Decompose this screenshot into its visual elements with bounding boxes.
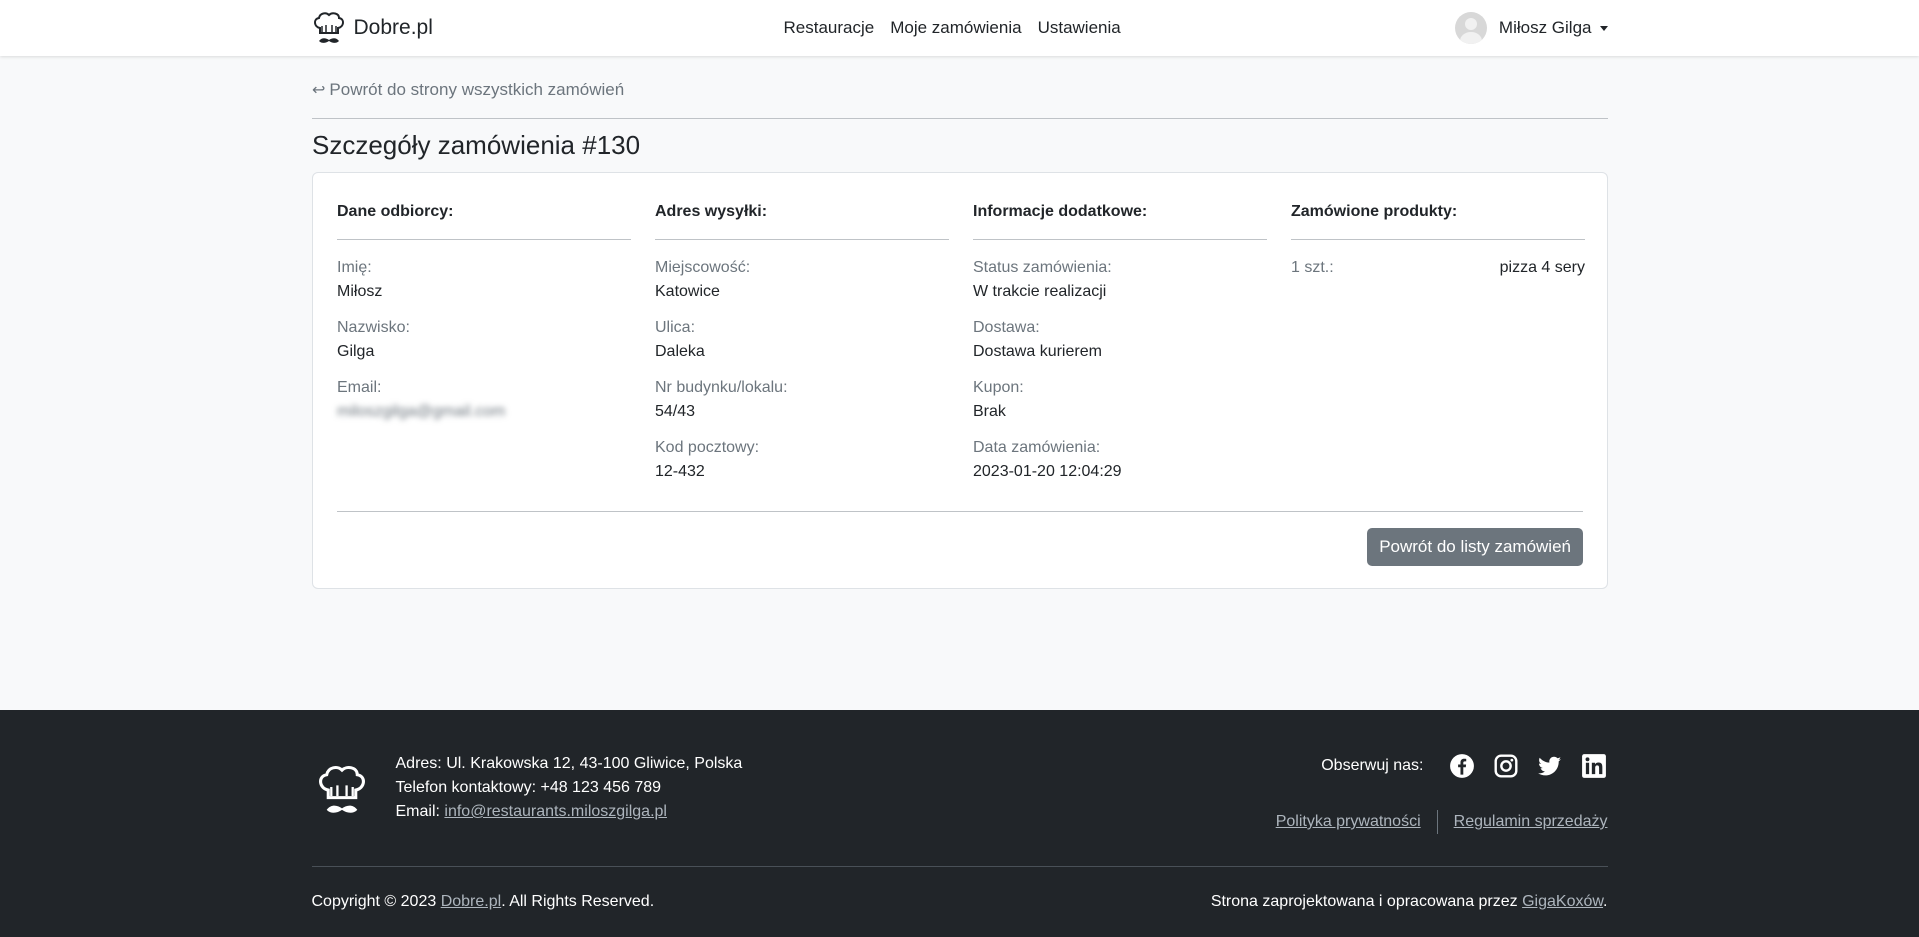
user-menu-dropdown[interactable]: Miłosz Gilga <box>1454 12 1608 44</box>
field-value: 54/43 <box>655 403 696 420</box>
back-to-orders-list-button[interactable]: Powrót do listy zamówień <box>1367 528 1583 566</box>
field-label: Status zamówienia: <box>973 259 1112 276</box>
column-title: Dane odbiorcy: <box>337 203 454 220</box>
divider <box>311 866 1608 867</box>
field-label: Miejscowość: <box>655 259 751 276</box>
field-value: Brak <box>973 403 1006 420</box>
field-postal-code: Kod pocztowy: 12-432 <box>655 436 949 484</box>
privacy-policy-link[interactable]: Polityka prywatności <box>1276 813 1421 831</box>
field-label: Data zamówienia: <box>973 439 1101 456</box>
field-label: Nr budynku/lokalu: <box>655 379 788 396</box>
divider <box>1436 810 1438 834</box>
field-label: Dostawa: <box>973 319 1040 336</box>
field-value: Miłosz <box>337 283 383 300</box>
field-value: 2023-01-20 12:04:29 <box>973 463 1122 480</box>
field-label: Kod pocztowy: <box>655 439 760 456</box>
back-link-label: Powrót do strony wszystkich zamówień <box>329 80 625 99</box>
copyright-text: Copyright © 2023 Dobre.pl. All Rights Re… <box>312 893 655 911</box>
chevron-down-icon <box>1599 25 1608 31</box>
ordered-products-column: Zamówione produkty: 1 szt.: pizza 4 sery <box>1291 201 1585 280</box>
brand-name: Dobre.pl <box>353 16 433 39</box>
shipping-address-column: Adres wysyłki: Miejscowość: Katowice Uli… <box>655 201 949 496</box>
contact-info: Adres: Ul. Krakowska 12, 43-100 Gliwice,… <box>396 752 743 824</box>
field-order-date: Data zamówienia: 2023-01-20 12:04:29 <box>973 436 1267 484</box>
field-value: miloszgilga@gmail.com <box>337 403 506 420</box>
field-building-number: Nr budynku/lokalu: 54/43 <box>655 376 949 424</box>
address-text: Adres: Ul. Krakowska 12, 43-100 Gliwice,… <box>395 755 743 772</box>
recipient-column: Dane odbiorcy: Imię: Miłosz Nazwisko: Gi… <box>337 201 631 436</box>
footer: Adres: Ul. Krakowska 12, 43-100 Gliwice,… <box>0 710 1919 937</box>
back-to-all-orders-link[interactable]: ↩ Powrót do strony wszystkich zamówień <box>312 80 624 100</box>
facebook-icon[interactable] <box>1448 752 1476 780</box>
follow-label: Obserwuj nas: <box>1321 757 1424 774</box>
navbar-container: Dobre.pl Restauracje Moje zamówienia Ust… <box>312 0 1608 56</box>
field-email: Email: miloszgilga@gmail.com <box>337 376 631 424</box>
chef-hat-logo-icon <box>313 12 344 43</box>
brand-link[interactable]: Dobre.pl <box>312 10 433 46</box>
field-first-name: Imię: Miłosz <box>337 256 631 304</box>
field-value: Daleka <box>655 343 705 360</box>
nav-settings[interactable]: Ustawienia <box>1038 18 1121 38</box>
field-label: Imię: <box>337 259 372 276</box>
divider <box>337 511 1583 512</box>
field-street: Ulica: Daleka <box>655 316 949 364</box>
field-value: Dostawa kurierem <box>973 343 1102 360</box>
order-details-card: Dane odbiorcy: Imię: Miłosz Nazwisko: Gi… <box>312 172 1608 589</box>
nav-my-orders[interactable]: Moje zamówienia <box>890 18 1021 38</box>
list-item: 1 szt.: pizza 4 sery <box>1291 256 1585 280</box>
column-title: Zamówione produkty: <box>1291 203 1458 220</box>
field-last-name: Nazwisko: Gilga <box>337 316 631 364</box>
field-delivery: Dostawa: Dostawa kurierem <box>973 316 1267 364</box>
email-line: Email: info@restaurants.miloszgilga.pl <box>396 800 743 824</box>
credit-prefix: Strona zaprojektowana i opracowana przez <box>1210 893 1523 910</box>
field-order-status: Status zamówienia: W trakcie realizacji <box>973 256 1267 304</box>
field-city: Miejscowość: Katowice <box>655 256 949 304</box>
credit-text: Strona zaprojektowana i opracowana przez… <box>1211 893 1608 911</box>
credit-suffix: . <box>1603 893 1608 910</box>
nav-restaurants[interactable]: Restauracje <box>784 18 875 38</box>
field-label: Nazwisko: <box>337 319 410 336</box>
field-label: Email: <box>337 379 382 396</box>
copyright-prefix: Copyright © 2023 <box>311 893 441 910</box>
chef-hat-logo-icon <box>318 766 365 813</box>
column-title: Informacje dodatkowe: <box>973 203 1148 220</box>
field-value: Katowice <box>655 283 720 300</box>
legal-links: Polityka prywatności Regulamin sprzedaży <box>1276 810 1608 834</box>
page-title: Szczegóły zamówienia #130 <box>312 130 641 160</box>
email-link[interactable]: info@restaurants.miloszgilga.pl <box>444 803 667 820</box>
field-label: Ulica: <box>655 319 696 336</box>
user-name: Miłosz Gilga <box>1498 18 1592 37</box>
terms-of-sale-link[interactable]: Regulamin sprzedaży <box>1454 813 1608 831</box>
brand-footer-link[interactable]: Dobre.pl <box>441 893 501 910</box>
product-quantity: 1 szt.: <box>1291 259 1334 276</box>
instagram-icon[interactable] <box>1492 752 1520 780</box>
field-value: 12-432 <box>655 463 705 480</box>
linkedin-icon[interactable] <box>1580 752 1608 780</box>
navbar: Dobre.pl Restauracje Moje zamówienia Ust… <box>0 0 1919 56</box>
field-coupon: Kupon: Brak <box>973 376 1267 424</box>
column-title: Adres wysyłki: <box>655 203 768 220</box>
field-value: W trakcie realizacji <box>973 283 1107 300</box>
email-label: Email: <box>395 803 445 820</box>
field-value: Gilga <box>337 343 375 360</box>
product-name: pizza 4 sery <box>1499 259 1585 276</box>
divider <box>312 118 1608 119</box>
author-link[interactable]: GigaKoxów <box>1522 893 1603 910</box>
field-label: Kupon: <box>973 379 1024 396</box>
return-arrow-icon: ↩ <box>312 82 326 99</box>
twitter-icon[interactable] <box>1536 752 1564 780</box>
avatar <box>1454 12 1487 44</box>
copyright-suffix: . All Rights Reserved. <box>501 893 655 910</box>
additional-info-column: Informacje dodatkowe: Status zamówienia:… <box>973 201 1267 496</box>
main-nav: Restauracje Moje zamówienia Ustawienia <box>784 0 1121 56</box>
social-links: Obserwuj nas: <box>1321 752 1607 780</box>
phone-text: Telefon kontaktowy: +48 123 456 789 <box>395 779 662 796</box>
